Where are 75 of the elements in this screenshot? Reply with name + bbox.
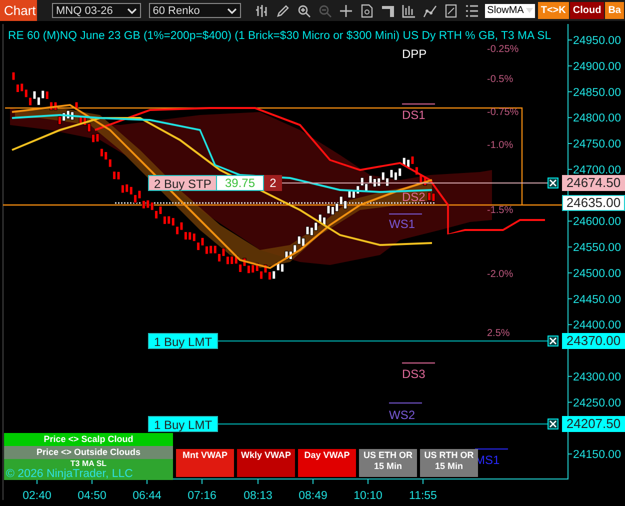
list-icon[interactable] — [465, 4, 480, 18]
indicator-button[interactable]: US RTH OR 15 Min — [420, 449, 478, 477]
percent-level-label: 2.5% — [487, 328, 510, 339]
bar-chart-icon[interactable] — [255, 4, 270, 18]
price-axis-label: 24400.00 — [573, 320, 621, 332]
crosshair-icon[interactable] — [339, 4, 354, 18]
chart-grid-icon[interactable] — [402, 4, 416, 18]
percent-level-label: -1.5% — [487, 205, 514, 216]
percent-level-label: -0.25% — [487, 44, 519, 55]
percent-level-label: -2.0% — [487, 269, 514, 280]
pencil-icon[interactable] — [276, 4, 290, 18]
time-axis-label: 07:16 — [188, 490, 216, 502]
caret-icon — [526, 8, 533, 13]
period-select[interactable]: 60 Renko — [148, 3, 242, 18]
pivot-label: DS3 — [402, 367, 426, 381]
last-price-marker: 24635.00 — [562, 195, 625, 211]
pivot-label: WS1 — [389, 217, 416, 231]
line-chart-icon[interactable] — [423, 4, 438, 18]
price-axis-label: 24850.00 — [573, 86, 621, 99]
indicator-select[interactable]: SlowMA — [485, 4, 535, 18]
indicator-button[interactable]: US ETH OR 15 Min — [359, 449, 417, 477]
status-panel: Price <> Outside Clouds — [4, 446, 173, 459]
status-panel: Price <> Scalp Cloud — [4, 433, 173, 446]
price-axis-label: 24550.00 — [573, 242, 621, 254]
chevron-down-icon — [126, 6, 137, 14]
percent-level-label: -0.75% — [487, 107, 519, 118]
price-axis-label: 24150.00 — [573, 449, 621, 461]
pivot-line — [402, 362, 436, 364]
time-axis-label: 08:49 — [298, 490, 328, 502]
document-search-icon[interactable] — [360, 4, 374, 18]
order-label[interactable]: 1 Buy LMT — [148, 333, 218, 349]
pivot-label: DPP — [402, 47, 427, 61]
price-axis-label: 24900.00 — [573, 60, 621, 73]
toolbar-toggle-button[interactable]: Cloud — [570, 2, 604, 19]
order-price-marker: 24207.50 — [562, 416, 625, 432]
order-price-marker: 24370.00 — [562, 333, 625, 349]
time-axis-label: 04:50 — [78, 490, 106, 502]
time-axis-label: 11:55 — [409, 490, 437, 502]
price-axis-label: 24700.00 — [573, 164, 621, 176]
price-axis-label: 24450.00 — [573, 294, 621, 306]
indicator-button[interactable]: Mnt VWAP — [176, 449, 234, 477]
order-label[interactable]: 1 Buy LMT — [148, 416, 218, 432]
time-axis-label: 02:40 — [22, 490, 52, 502]
time-axis-label: 08:13 — [244, 490, 272, 502]
percent-level-label: -1.0% — [487, 140, 514, 151]
time-axis-label: 06:44 — [132, 490, 162, 502]
order-label[interactable]: 2 Buy STP — [148, 175, 218, 191]
pivot-label: WS2 — [389, 408, 416, 422]
indicator-button[interactable]: Wkly VWAP — [237, 449, 295, 477]
price-axis-label: 24950.00 — [573, 35, 621, 47]
pivot-line — [388, 402, 422, 404]
pivot-line — [474, 448, 508, 450]
pivot-label: DS2 — [402, 190, 426, 204]
instrument-select[interactable]: MNQ 03-26 — [52, 3, 141, 18]
status-panel: T3 MA SL — [4, 459, 173, 468]
time-axis-label: 10:10 — [354, 490, 382, 502]
chart-title: RE 60 (M)NQ June 23 GB (1%=200p=$400) (1 Brick=$30 Micro or $300 Mini) US Dy RTH % GB, T3 MA SL — [8, 30, 552, 42]
price-axis-label: 24750.00 — [573, 138, 621, 150]
close-order-icon[interactable] — [548, 178, 558, 188]
price-axis-label: 24600.00 — [573, 216, 621, 228]
close-order-icon[interactable] — [548, 336, 558, 346]
order-price-marker: 24674.50 — [562, 175, 625, 191]
indicator-button[interactable]: Day VWAP — [298, 449, 356, 477]
close-order-icon[interactable] — [548, 418, 558, 430]
pivot-label: DS1 — [402, 108, 426, 122]
price-axis-label: 24500.00 — [573, 268, 621, 280]
price-axis-label: 24800.00 — [573, 112, 621, 125]
price-axis-label: 24300.00 — [573, 371, 621, 384]
chevron-down-icon — [227, 6, 238, 14]
chart-tab[interactable]: Chart — [0, 0, 37, 21]
copyright-text: © 2026 NinjaTrader, LLC — [4, 468, 173, 480]
order-quantity[interactable]: 2 — [264, 175, 282, 191]
zoom-in-icon[interactable] — [297, 4, 312, 18]
percent-level-label: -0.5% — [487, 74, 514, 85]
price-axis-label: 24250.00 — [573, 397, 621, 410]
